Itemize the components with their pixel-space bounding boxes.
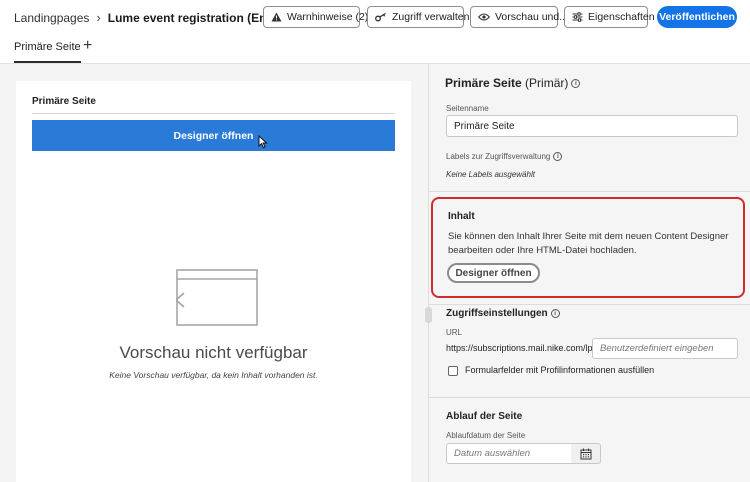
properties-button[interactable]: Eigenschaften <box>564 6 655 28</box>
no-labels-selected: Keine Labels ausgewählt <box>446 170 535 179</box>
warnings-button[interactable]: Warnhinweise (2) <box>263 6 368 28</box>
sliders-icon <box>572 12 583 22</box>
url-prefix: https://subscriptions.mail.nike.com/lp/ <box>446 343 596 353</box>
add-tab-button[interactable]: + <box>83 37 92 55</box>
prefill-form-checkbox-label: Formularfelder mit Profilinformationen a… <box>465 365 655 375</box>
page-name-input[interactable]: Primäre Seite <box>446 115 738 137</box>
breadcrumb-separator: › <box>96 10 101 25</box>
content-section-highlight: Inhalt Sie können den Inhalt Ihrer Seite… <box>431 197 745 298</box>
prefill-form-checkbox[interactable] <box>448 366 458 376</box>
panel-title: Primäre Seite (Primär) i <box>445 76 581 90</box>
expiry-date-label: Ablaufdatum der Seite <box>446 431 526 440</box>
properties-button-label: Eigenschaften <box>588 11 655 23</box>
section-divider <box>429 304 750 305</box>
open-designer-button[interactable]: Designer öffnen <box>447 263 540 283</box>
tab-primary-page[interactable]: Primäre Seite <box>14 41 81 63</box>
calendar-icon <box>580 448 591 459</box>
info-icon[interactable]: i <box>571 79 581 89</box>
app-header: Landingpages › Lume event registration (… <box>0 0 750 34</box>
preview-unavailable-subtitle: Keine Vorschau verfügbar, da kein Inhalt… <box>109 370 318 380</box>
publish-button[interactable]: Veröffentlichen <box>657 6 737 28</box>
section-divider <box>429 191 750 192</box>
open-designer-bar-button[interactable]: Designer öffnen <box>32 120 395 151</box>
mouse-cursor-icon <box>258 135 268 149</box>
canvas-divider <box>32 113 395 114</box>
access-labels-title: Labels zur Zugriffsverwaltung i <box>446 152 563 162</box>
preview-button[interactable]: Vorschau und... <box>470 6 568 28</box>
tab-bar: Primäre Seite + <box>0 34 750 64</box>
section-divider <box>429 397 750 398</box>
properties-panel: Primäre Seite (Primär) i Seitenname Primä… <box>425 64 750 482</box>
key-icon <box>375 12 386 22</box>
page-name-label: Seitenname <box>446 104 489 113</box>
canvas-title: Primäre Seite <box>32 96 96 107</box>
breadcrumb: Landingpages › Lume event registration (… <box>14 10 300 25</box>
expiry-section-title: Ablauf der Seite <box>446 411 523 422</box>
info-icon[interactable]: i <box>550 308 560 318</box>
url-custom-input[interactable]: Benutzerdefiniert eingeben <box>592 338 738 359</box>
content-section-title: Inhalt <box>448 211 475 222</box>
url-label: URL <box>446 328 463 337</box>
content-section-description: Sie können den Inhalt Ihrer Seite mit de… <box>448 231 729 256</box>
access-labels-title-text: Labels zur Zugriffsverwaltung <box>446 152 551 161</box>
panel-title-suffix: (Primär) <box>521 76 569 90</box>
eye-icon <box>478 13 490 21</box>
preview-unavailable-title: Vorschau nicht verfügbar <box>119 343 308 362</box>
panel-resize-handle[interactable] <box>425 307 432 323</box>
page-canvas: Primäre Seite Designer öffnen Vorschau n… <box>16 81 411 482</box>
browser-window-icon <box>176 269 258 326</box>
warnings-button-label: Warnhinweise (2) <box>287 11 369 23</box>
manage-access-button[interactable]: Zugriff verwalten <box>367 6 469 28</box>
calendar-button[interactable] <box>571 443 601 464</box>
preview-button-label: Vorschau und... <box>495 11 568 23</box>
panel-title-name: Primäre Seite <box>445 76 522 90</box>
expiry-date-input[interactable]: Datum auswählen <box>446 443 572 464</box>
warning-icon <box>271 12 282 22</box>
access-settings-title-text: Zugriffseinstellungen <box>446 308 548 319</box>
manage-access-button-label: Zugriff verwalten <box>392 11 470 23</box>
info-icon[interactable]: i <box>553 152 563 162</box>
breadcrumb-landingpages[interactable]: Landingpages <box>14 11 89 25</box>
access-settings-title: Zugriffseinstellungen i <box>446 308 560 319</box>
